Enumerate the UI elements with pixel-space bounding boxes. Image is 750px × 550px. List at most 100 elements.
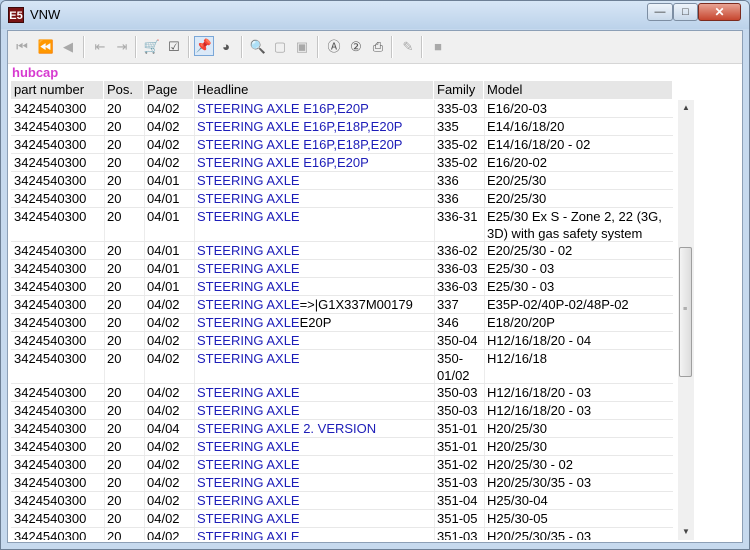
table-row[interactable]: 3424540300 20 04/01 STEERING AXLE 336 E20/25/… xyxy=(11,172,673,190)
close-button[interactable]: ✕ xyxy=(698,3,741,21)
headline-cell[interactable]: STEERING AXLE xyxy=(194,350,434,367)
headline-cell[interactable]: STEERING AXLE E16P,E20P xyxy=(194,154,434,171)
family-cell: 336-31 xyxy=(437,209,478,224)
cart-icon[interactable]: 🛒 xyxy=(142,37,162,57)
part-number-cell: 3424540300 xyxy=(14,101,87,116)
table-row[interactable]: 3424540300 20 04/01 STEERING AXLE 336-02 E20/… xyxy=(11,242,673,260)
page-icon[interactable]: ▢ xyxy=(270,37,290,57)
table-row[interactable]: 3424540300 20 04/02 STEERING AXLE 351-03 H20/… xyxy=(11,528,673,540)
family-cell: 350-03 xyxy=(437,403,478,418)
headline-cell[interactable]: STEERING AXLE xyxy=(194,528,434,540)
minimize-button[interactable]: — xyxy=(647,3,673,21)
headline-cell[interactable]: STEERING AXLE 2. VERSION xyxy=(194,420,434,437)
headline-cell[interactable]: STEERING AXLE xyxy=(194,474,434,491)
table-row[interactable]: 3424540300 20 04/01 STEERING AXLE 336-31 E25/… xyxy=(11,208,673,242)
enter-document-icon[interactable]: ⇥ xyxy=(112,37,132,57)
table-row[interactable]: 3424540300 20 04/02 STEERING AXLE E16P,E20P… xyxy=(11,100,673,118)
scroll-down-arrow-icon[interactable]: ▼ xyxy=(678,524,694,540)
part-number-cell: 3424540300 xyxy=(14,155,87,170)
position-cell: 20 xyxy=(107,511,122,526)
page-cell: 04/01 xyxy=(147,173,180,188)
table-row[interactable]: 3424540300 20 04/02 STEERING AXLE 351-03 H20/… xyxy=(11,474,673,492)
vertical-scrollbar[interactable]: ▲ ≡ ▼ xyxy=(678,100,694,540)
headline-cell[interactable]: STEERING AXLE=>|G1X337M00179 xyxy=(194,296,434,313)
position-cell: 20 xyxy=(107,529,122,540)
headline-cell[interactable]: STEERING AXLE E16P,E20P xyxy=(194,100,434,117)
eraser-icon[interactable]: ✎ xyxy=(398,37,418,57)
table-row[interactable]: 3424540300 20 04/02 STEERING AXLE 351-05 H25/… xyxy=(11,510,673,528)
headline-cell[interactable]: STEERING AXLE xyxy=(194,332,434,349)
zoom-icon[interactable]: 🔍 xyxy=(248,37,268,57)
table-row[interactable]: 3424540300 20 04/02 STEERING AXLE 350-01/02 H… xyxy=(11,350,673,384)
title-bar[interactable]: E5 VNW — □ ✕ xyxy=(1,1,749,29)
toolbar-separator xyxy=(421,36,423,58)
headline-cell[interactable]: STEERING AXLE E16P,E18P,E20P xyxy=(194,136,434,153)
headline-cell[interactable]: STEERING AXLE xyxy=(194,242,434,259)
headline-cell[interactable]: STEERING AXLE xyxy=(194,384,434,401)
part-number-cell: 3424540300 xyxy=(14,173,87,188)
table-row[interactable]: 3424540300 20 04/01 STEERING AXLE 336 E20/25/… xyxy=(11,190,673,208)
table-row[interactable]: 3424540300 20 04/02 STEERING AXLE E16P,E18P… xyxy=(11,118,673,136)
table-row[interactable]: 3424540300 20 04/01 STEERING AXLE 336-03 E25/… xyxy=(11,260,673,278)
page-cell: 04/02 xyxy=(147,457,180,472)
pin-icon[interactable]: 📌 xyxy=(194,36,214,56)
table-row[interactable]: 3424540300 20 04/04 STEERING AXLE 2. VERSIO… xyxy=(11,420,673,438)
family-cell: 336-03 xyxy=(437,261,478,276)
headline-cell[interactable]: STEERING AXLE xyxy=(194,492,434,509)
checklist-icon[interactable]: ☑ xyxy=(164,37,184,57)
first-record-icon[interactable]: ⏮ xyxy=(12,37,32,57)
table-row[interactable]: 3424540300 20 04/02 STEERING AXLE E16P,E18P… xyxy=(11,136,673,154)
headline-cell[interactable]: STEERING AXLE xyxy=(194,456,434,473)
headline-cell[interactable]: STEERING AXLE xyxy=(194,260,434,277)
table-row[interactable]: 3424540300 20 04/01 STEERING AXLE 336-03 E25/… xyxy=(11,278,673,296)
table-row[interactable]: 3424540300 20 04/02 STEERING AXLE 350-03 H12/… xyxy=(11,402,673,420)
scrollbar-thumb[interactable]: ≡ xyxy=(679,247,692,377)
maximize-button[interactable]: □ xyxy=(673,3,698,21)
column-header-headline[interactable]: Headline xyxy=(194,81,434,99)
column-header-model[interactable]: Model xyxy=(484,81,673,99)
headline-cell[interactable]: STEERING AXLE xyxy=(194,402,434,419)
column-header-part-number[interactable]: part number xyxy=(11,81,104,99)
table-row[interactable]: 3424540300 20 04/02 STEERING AXLE E16P,E20P… xyxy=(11,154,673,172)
table-row[interactable]: 3424540300 20 04/02 STEERING AXLE 350-04 H12/… xyxy=(11,332,673,350)
part-number-cell: 3424540300 xyxy=(14,279,87,294)
headline-link[interactable]: STEERING AXLE xyxy=(197,297,300,312)
part-number-cell: 3424540300 xyxy=(14,457,87,472)
pie-chart-icon[interactable]: ◕ xyxy=(216,37,236,57)
headline-cell[interactable]: STEERING AXLE xyxy=(194,278,434,295)
column-header-pos[interactable]: Pos. xyxy=(104,81,144,99)
table-row[interactable]: 3424540300 20 04/02 STEERING AXLE 351-04 H25/… xyxy=(11,492,673,510)
scroll-up-arrow-icon[interactable]: ▲ xyxy=(678,100,694,116)
table-row[interactable]: 3424540300 20 04/02 STEERING AXLE 350-03 H12/… xyxy=(11,384,673,402)
circle-2-icon[interactable]: ② xyxy=(346,37,366,57)
page-next-icon[interactable]: ▣ xyxy=(292,37,312,57)
table-row[interactable]: 3424540300 20 04/02 STEERING AXLE 351-01 H20/… xyxy=(11,438,673,456)
headline-cell[interactable]: STEERING AXLE xyxy=(194,510,434,527)
headline-cell[interactable]: STEERING AXLE E16P,E18P,E20P xyxy=(194,118,434,135)
page-cell: 04/02 xyxy=(147,511,180,526)
position-cell: 20 xyxy=(107,137,122,152)
headline-cell[interactable]: STEERING AXLEE20P xyxy=(194,314,434,331)
table-row[interactable]: 3424540300 20 04/02 STEERING AXLE 351-02 H20/… xyxy=(11,456,673,474)
headline-cell[interactable]: STEERING AXLE xyxy=(194,438,434,455)
headline-cell[interactable]: STEERING AXLE xyxy=(194,208,434,225)
position-cell: 20 xyxy=(107,279,122,294)
previous-page-icon[interactable]: ⏪ xyxy=(36,37,56,57)
search-term-label: hubcap xyxy=(12,65,59,80)
column-header-family[interactable]: Family xyxy=(434,81,484,99)
column-header-page[interactable]: Page xyxy=(144,81,194,99)
print-icon[interactable]: ⎙ xyxy=(368,37,388,57)
page-cell: 04/01 xyxy=(147,243,180,258)
table-row[interactable]: 3424540300 20 04/02 STEERING AXLEE20P 346 E18… xyxy=(11,314,673,332)
headline-cell[interactable]: STEERING AXLE xyxy=(194,172,434,189)
headline-cell[interactable]: STEERING AXLE xyxy=(194,190,434,207)
table-row[interactable]: 3424540300 20 04/02 STEERING AXLE=>|G1X337M… xyxy=(11,296,673,314)
exit-document-icon[interactable]: ⇤ xyxy=(90,37,110,57)
headline-link[interactable]: STEERING AXLE xyxy=(197,315,300,330)
stop-icon[interactable]: ■ xyxy=(428,37,448,57)
part-number-cell: 3424540300 xyxy=(14,511,87,526)
page-cell: 04/02 xyxy=(147,315,180,330)
model-cell: H12/16/18/20 - 04 xyxy=(487,333,592,348)
circle-a-icon[interactable]: Ⓐ xyxy=(324,37,344,57)
previous-record-icon[interactable]: ◀ xyxy=(58,37,78,57)
